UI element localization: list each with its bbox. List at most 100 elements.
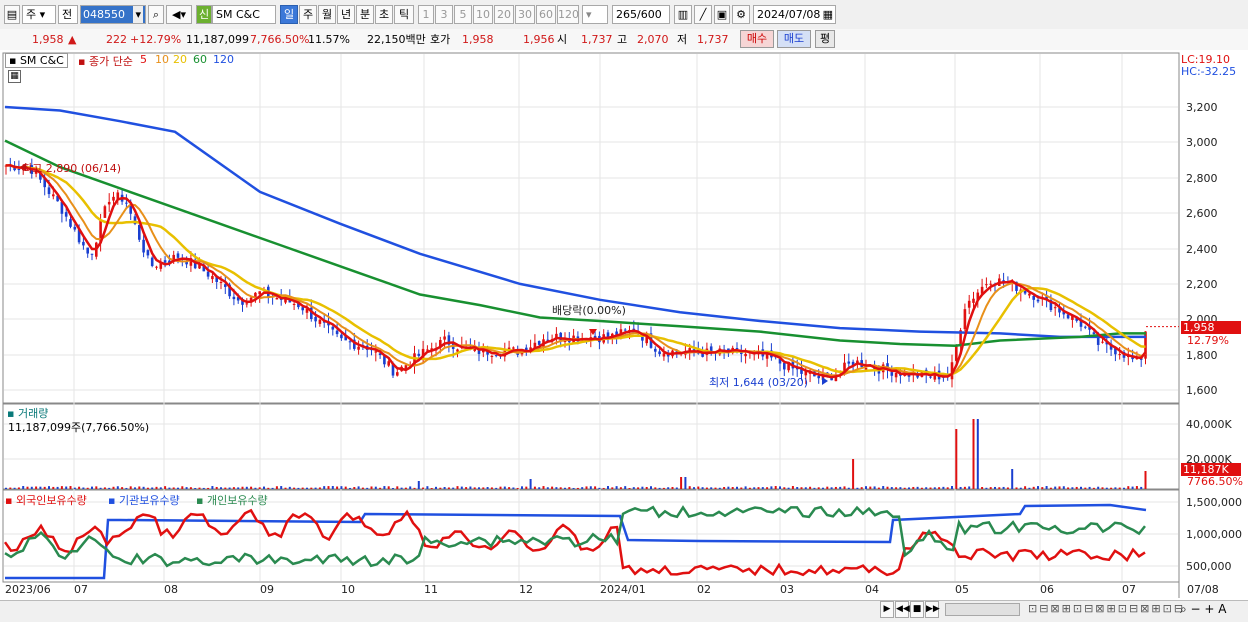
interval-5[interactable]: 5 — [454, 5, 472, 24]
price-change: 222 — [106, 33, 127, 46]
search-icon[interactable]: ⌕ — [148, 5, 164, 24]
tab-week[interactable]: 주 — [299, 5, 317, 24]
range-field[interactable]: 265/600 — [612, 5, 670, 24]
eval-button[interactable]: 평 — [815, 30, 835, 48]
volume-bar — [383, 486, 386, 489]
period-mode[interactable]: 전 — [58, 5, 78, 24]
volume-bar — [542, 486, 545, 489]
chart-tool-icons[interactable]: ⊡⊟⊠⊞⊡⊟⊠⊞⊡⊟⊠⊞⊡⊟ — [1028, 602, 1185, 615]
low-price: 1,737 — [697, 33, 729, 46]
interval-60[interactable]: 60 — [536, 5, 556, 24]
candle-body — [985, 284, 988, 286]
speaker-icon[interactable]: ◀▾ — [166, 5, 192, 24]
volume-bar — [142, 486, 145, 489]
interval-20[interactable]: 20 — [494, 5, 514, 24]
volume-bar — [413, 487, 416, 489]
volume-bar — [73, 487, 76, 489]
date-input[interactable]: 2024/07/08 ▦ — [753, 5, 836, 24]
individual-holding-legend: ▪ 개인보유수량 — [196, 494, 268, 507]
volume-bar — [615, 486, 618, 489]
buy-button[interactable]: 매수 — [740, 30, 774, 48]
volume-bar — [624, 486, 627, 489]
volume-bar — [52, 486, 55, 489]
tab-tick[interactable]: 틱 — [394, 5, 414, 24]
scroll-right-icon[interactable]: ▶ — [880, 601, 894, 618]
interval-custom[interactable]: ▾ — [582, 5, 608, 24]
candle-body — [301, 307, 304, 311]
chart-scrollbar[interactable] — [945, 603, 1020, 616]
volume-bar — [211, 486, 214, 489]
volume-bar — [138, 486, 141, 489]
candle-body — [654, 348, 657, 352]
volume-bar — [400, 487, 403, 489]
save-icon[interactable]: ▣ — [714, 5, 730, 24]
candle-body — [163, 260, 167, 263]
low-label: 저 — [677, 33, 688, 46]
vol-y-tick: 40,000K — [1186, 418, 1232, 431]
volume-bar — [1135, 486, 1138, 489]
volume-bar — [525, 486, 528, 489]
volume-bar — [112, 486, 115, 489]
market-select[interactable]: 주 ▾ — [22, 5, 56, 24]
market-value: 주 — [26, 8, 37, 21]
tab-second[interactable]: 초 — [375, 5, 393, 24]
interval-120[interactable]: 120 — [557, 5, 579, 24]
volume-bar — [1101, 487, 1104, 489]
interval-30[interactable]: 30 — [515, 5, 535, 24]
x-tick: 10 — [341, 583, 355, 596]
gear-icon[interactable]: ⚙ — [732, 5, 750, 24]
fast-forward-icon[interactable]: ▶▶ — [925, 601, 940, 618]
volume-bar — [1045, 486, 1048, 489]
interval-1[interactable]: 1 — [418, 5, 434, 24]
rewind-icon[interactable]: ◀◀ — [895, 601, 910, 618]
volume-bar — [404, 487, 407, 489]
candle-body — [357, 346, 360, 350]
volume-bar — [366, 487, 369, 489]
volume-bar — [654, 487, 657, 489]
stock-name-field[interactable]: SM C&C — [212, 5, 276, 24]
volume-bar — [146, 487, 149, 489]
volume-bar — [598, 487, 601, 489]
volume-bar — [426, 486, 429, 489]
volume-bar — [86, 487, 89, 489]
volume-bar — [189, 487, 192, 489]
volume-bar — [177, 487, 179, 489]
candle-body — [929, 376, 932, 378]
volume-bar — [559, 487, 562, 489]
interval-10[interactable]: 10 — [473, 5, 493, 24]
candle-body — [86, 247, 89, 254]
volume-bar — [938, 487, 941, 489]
stop-icon[interactable]: ■ — [910, 601, 924, 618]
calculator-icon[interactable]: ▦ — [8, 70, 21, 83]
calendar-icon[interactable]: ▦ — [823, 6, 833, 23]
volume-bar — [1114, 487, 1117, 489]
volume-bar — [65, 486, 68, 489]
candle-body — [658, 351, 661, 355]
tab-day[interactable]: 일 — [280, 5, 298, 24]
tab-year[interactable]: 년 — [337, 5, 355, 24]
stock-chart[interactable] — [0, 50, 1248, 621]
high-price: 2,070 — [637, 33, 669, 46]
candle-body — [735, 348, 739, 350]
candle-body — [490, 355, 494, 357]
tab-minute[interactable]: 분 — [356, 5, 374, 24]
interval-3[interactable]: 3 — [435, 5, 453, 24]
draw-tool-icon[interactable]: ╱ — [694, 5, 712, 24]
volume-bar — [589, 486, 592, 489]
volume-bar — [538, 487, 541, 489]
candle-type-icon[interactable]: ▥ — [674, 5, 692, 24]
volume-bar — [396, 486, 399, 489]
sell-button[interactable]: 매도 — [777, 30, 811, 48]
volume-bar — [925, 487, 928, 489]
volume-bar — [955, 429, 958, 489]
volume-bar — [452, 487, 455, 489]
zoom-controls[interactable]: ⌕ − + A — [1180, 602, 1226, 617]
menu-icon[interactable]: ▤ — [4, 5, 20, 24]
candle-body — [47, 187, 51, 195]
volume-bar — [1002, 486, 1005, 489]
turnover-rate: 11.57% — [308, 33, 350, 46]
tab-month[interactable]: 월 — [318, 5, 336, 24]
stock-code-input[interactable]: 048550 ▾ — [80, 5, 146, 24]
candle-body — [314, 316, 317, 322]
volume-bar — [439, 487, 442, 489]
